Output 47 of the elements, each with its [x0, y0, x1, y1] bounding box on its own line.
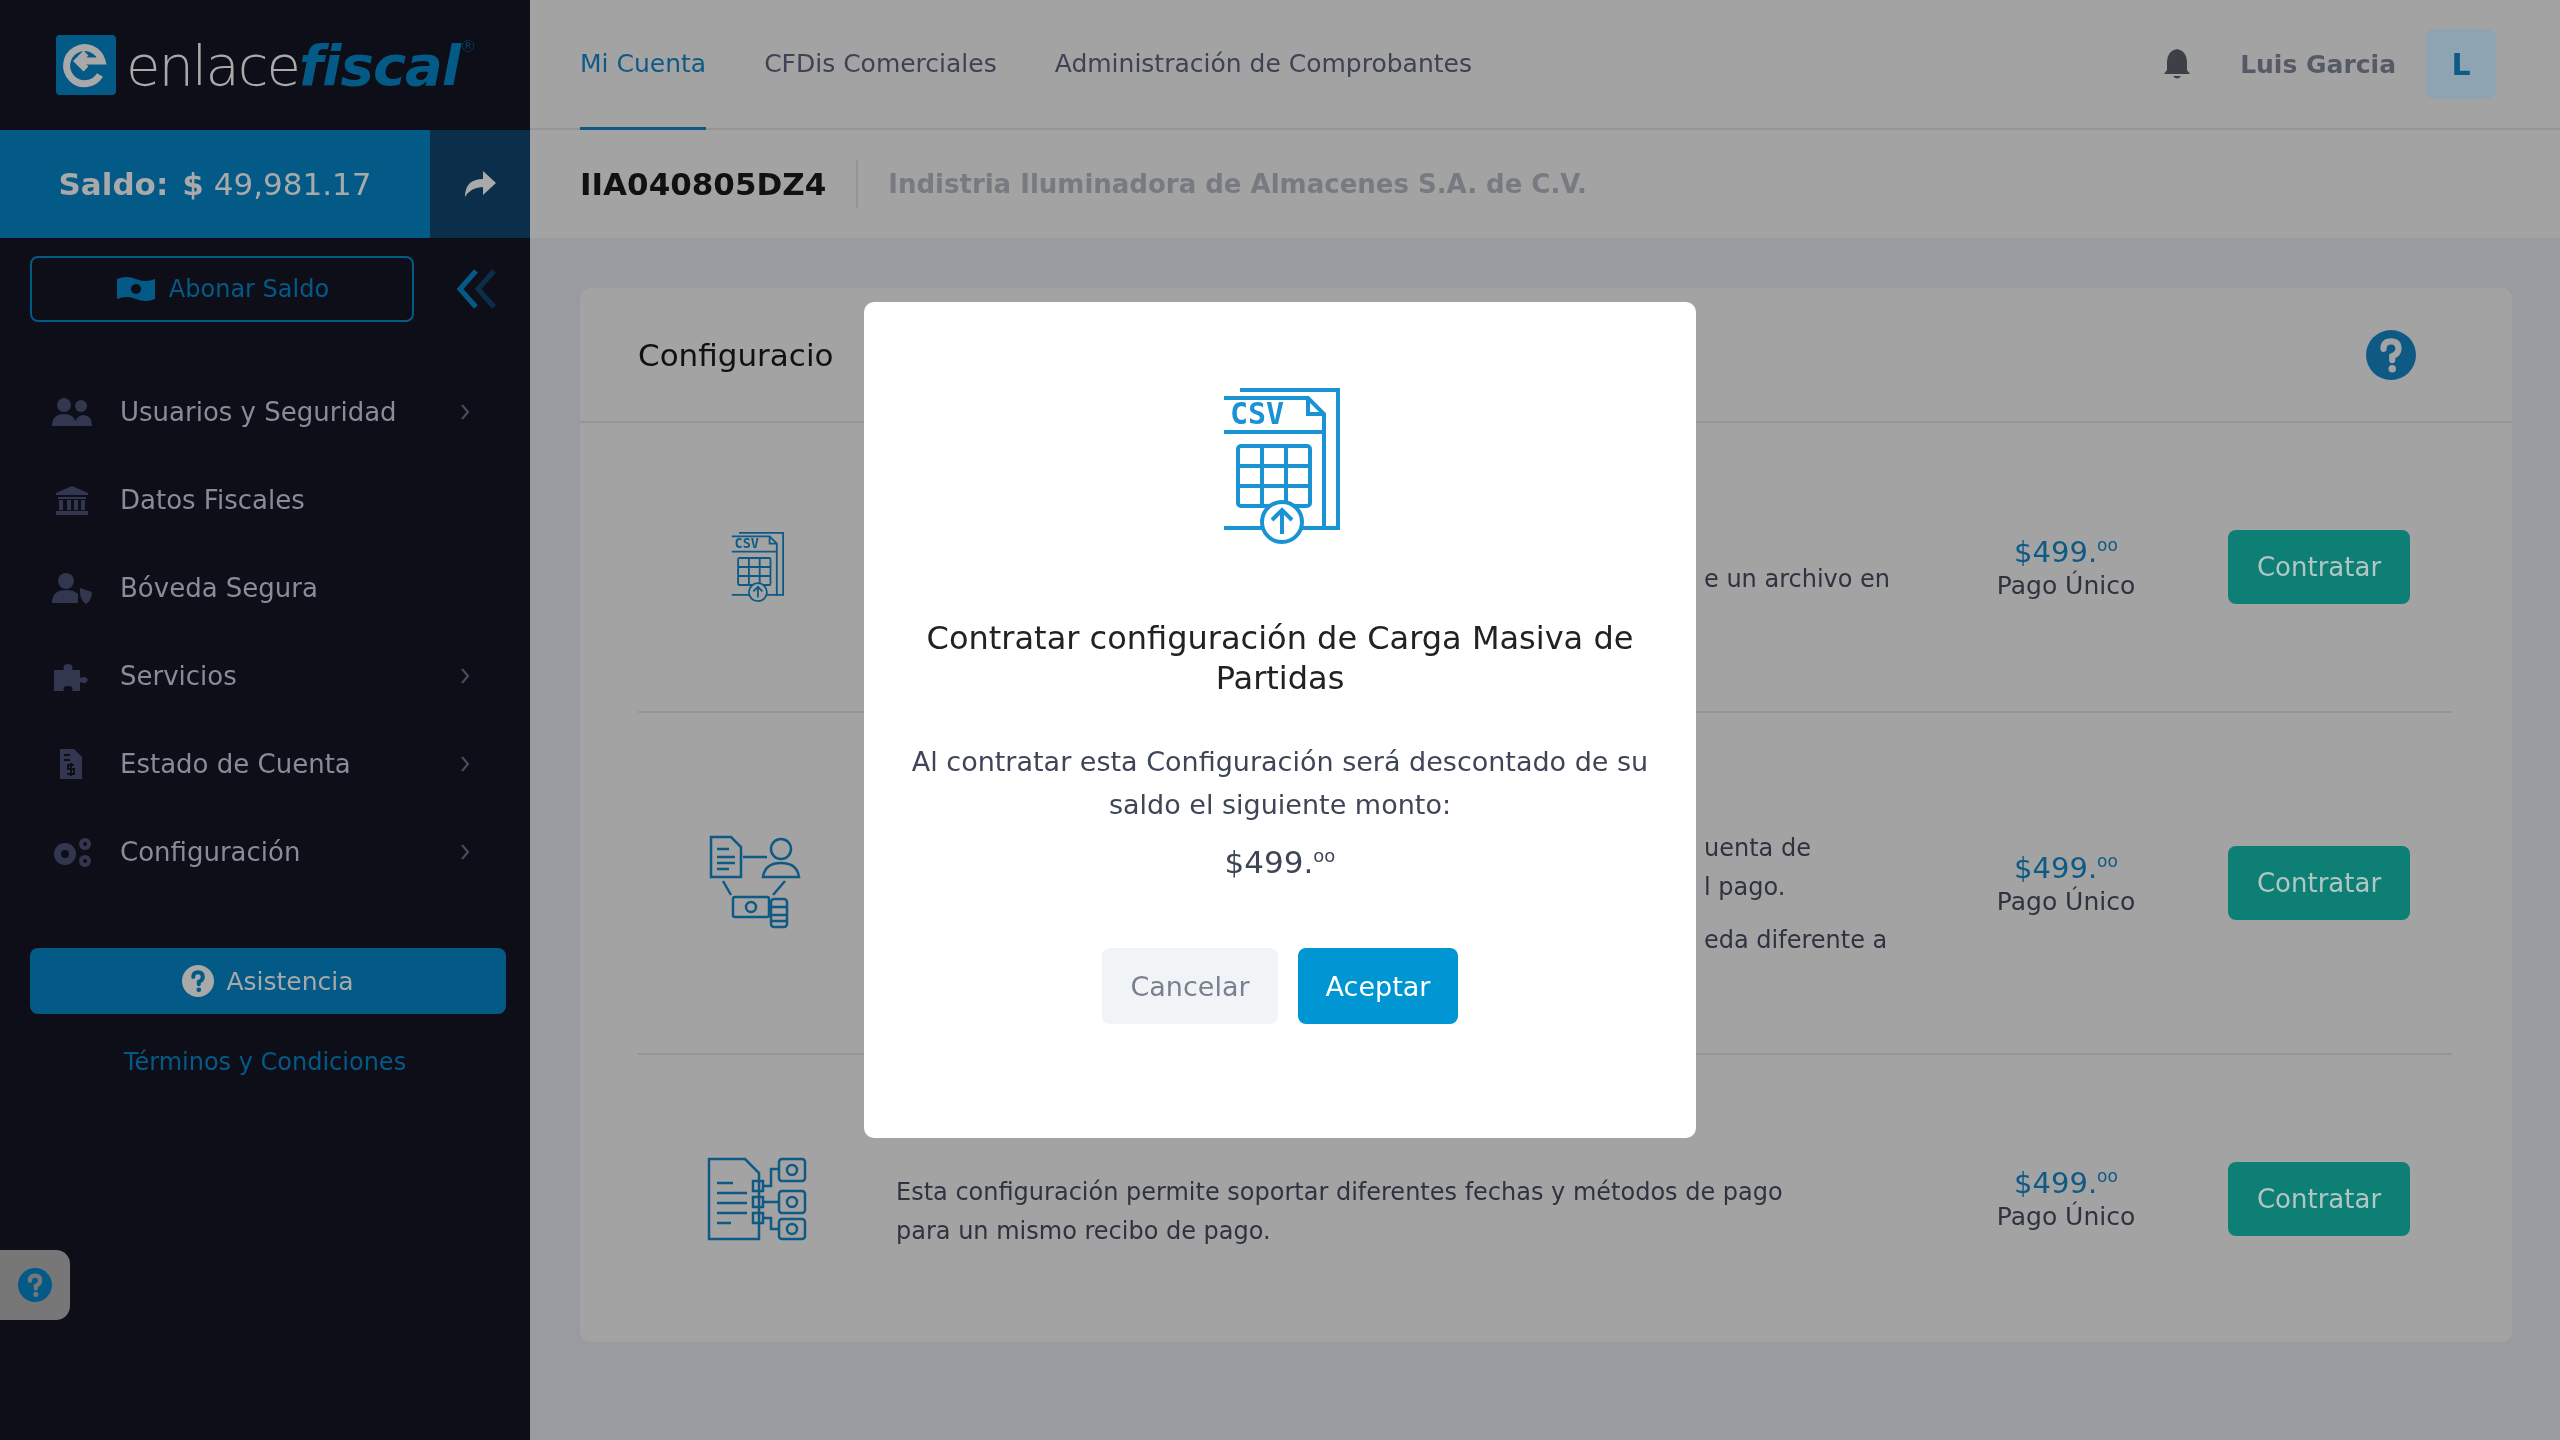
- price-note: Pago Único: [1996, 886, 2136, 916]
- banknote-icon: [114, 275, 157, 303]
- help-icon[interactable]: [18, 1268, 52, 1302]
- balance-label: Saldo:: [58, 166, 169, 202]
- share-icon: [463, 169, 497, 199]
- sidebar-item[interactable]: Usuarios y Seguridad: [0, 368, 530, 456]
- sidebar-item[interactable]: Servicios: [0, 632, 530, 720]
- logo-wordmark: enlacefiscal$^{®}$: [125, 32, 475, 98]
- top-up-button[interactable]: Abonar Saldo: [30, 256, 414, 322]
- sidebar-item[interactable]: Estado de Cuenta: [0, 720, 530, 808]
- hire-button[interactable]: Contratar: [2228, 1161, 2410, 1236]
- assistance-button[interactable]: Asistencia: [30, 948, 506, 1014]
- terms-link[interactable]: Términos y Condiciones: [123, 1048, 407, 1076]
- description-fragment: uenta de l pago.: [1704, 832, 1811, 903]
- description-fragment: eda diferente a: [1704, 924, 1888, 956]
- dialog-message: Al contratar esta Configuración será descontado de su saldo el siguiente monto:: [910, 745, 1650, 822]
- help-icon[interactable]: [182, 965, 215, 997]
- nav-tab[interactable]: CFDis Comerciales: [764, 0, 997, 130]
- price: $499.$^{oo}$: [2014, 850, 2118, 885]
- price: $499.$^{oo}$: [2014, 1166, 2118, 1200]
- share-button[interactable]: [430, 130, 530, 238]
- accept-button[interactable]: Aceptar: [1298, 948, 1458, 1024]
- users-icon: [50, 396, 94, 428]
- tax-id: IIA040805DZ4: [580, 166, 827, 202]
- user-name[interactable]: Luis Garcia: [2240, 49, 2396, 79]
- price-note: Pago Único: [1996, 570, 2136, 600]
- floating-help-button[interactable]: [0, 1250, 70, 1320]
- description-text: Esta configuración permite soportar diferentes fechas y métodos de pago para un mismo recibo de pago.: [896, 1176, 1783, 1247]
- bell-icon[interactable]: [2162, 47, 2193, 81]
- dialog-title: Contratar configuración de Carga Masiva de Partidas: [925, 618, 1635, 698]
- cancel-button[interactable]: Cancelar: [1102, 948, 1278, 1024]
- nav-tab[interactable]: Administración de Comprobantes: [1054, 0, 1472, 130]
- sidebar-item[interactable]: Configuración: [0, 808, 530, 896]
- logo-icon: [55, 35, 116, 95]
- dialog-amount: $499.$^{oo}$: [1224, 844, 1336, 880]
- user-avatar[interactable]: L: [2426, 29, 2496, 99]
- hire-button[interactable]: Contratar: [2228, 846, 2410, 920]
- card-title: Configuracio: [638, 336, 834, 373]
- hire-button[interactable]: Contratar: [2228, 530, 2410, 604]
- sidebar-item[interactable]: Bóveda Segura: [0, 544, 530, 632]
- balance-amount: $ 49,981.17: [182, 166, 372, 202]
- sidebar-item[interactable]: Datos Fiscales: [0, 456, 530, 544]
- user-shield-icon: [50, 572, 94, 604]
- help-icon[interactable]: [2366, 329, 2416, 380]
- price: $499.$^{oo}$: [2014, 534, 2118, 569]
- description-fragment: e un archivo en: [1704, 563, 1891, 595]
- price-note: Pago Único: [1996, 1202, 2136, 1231]
